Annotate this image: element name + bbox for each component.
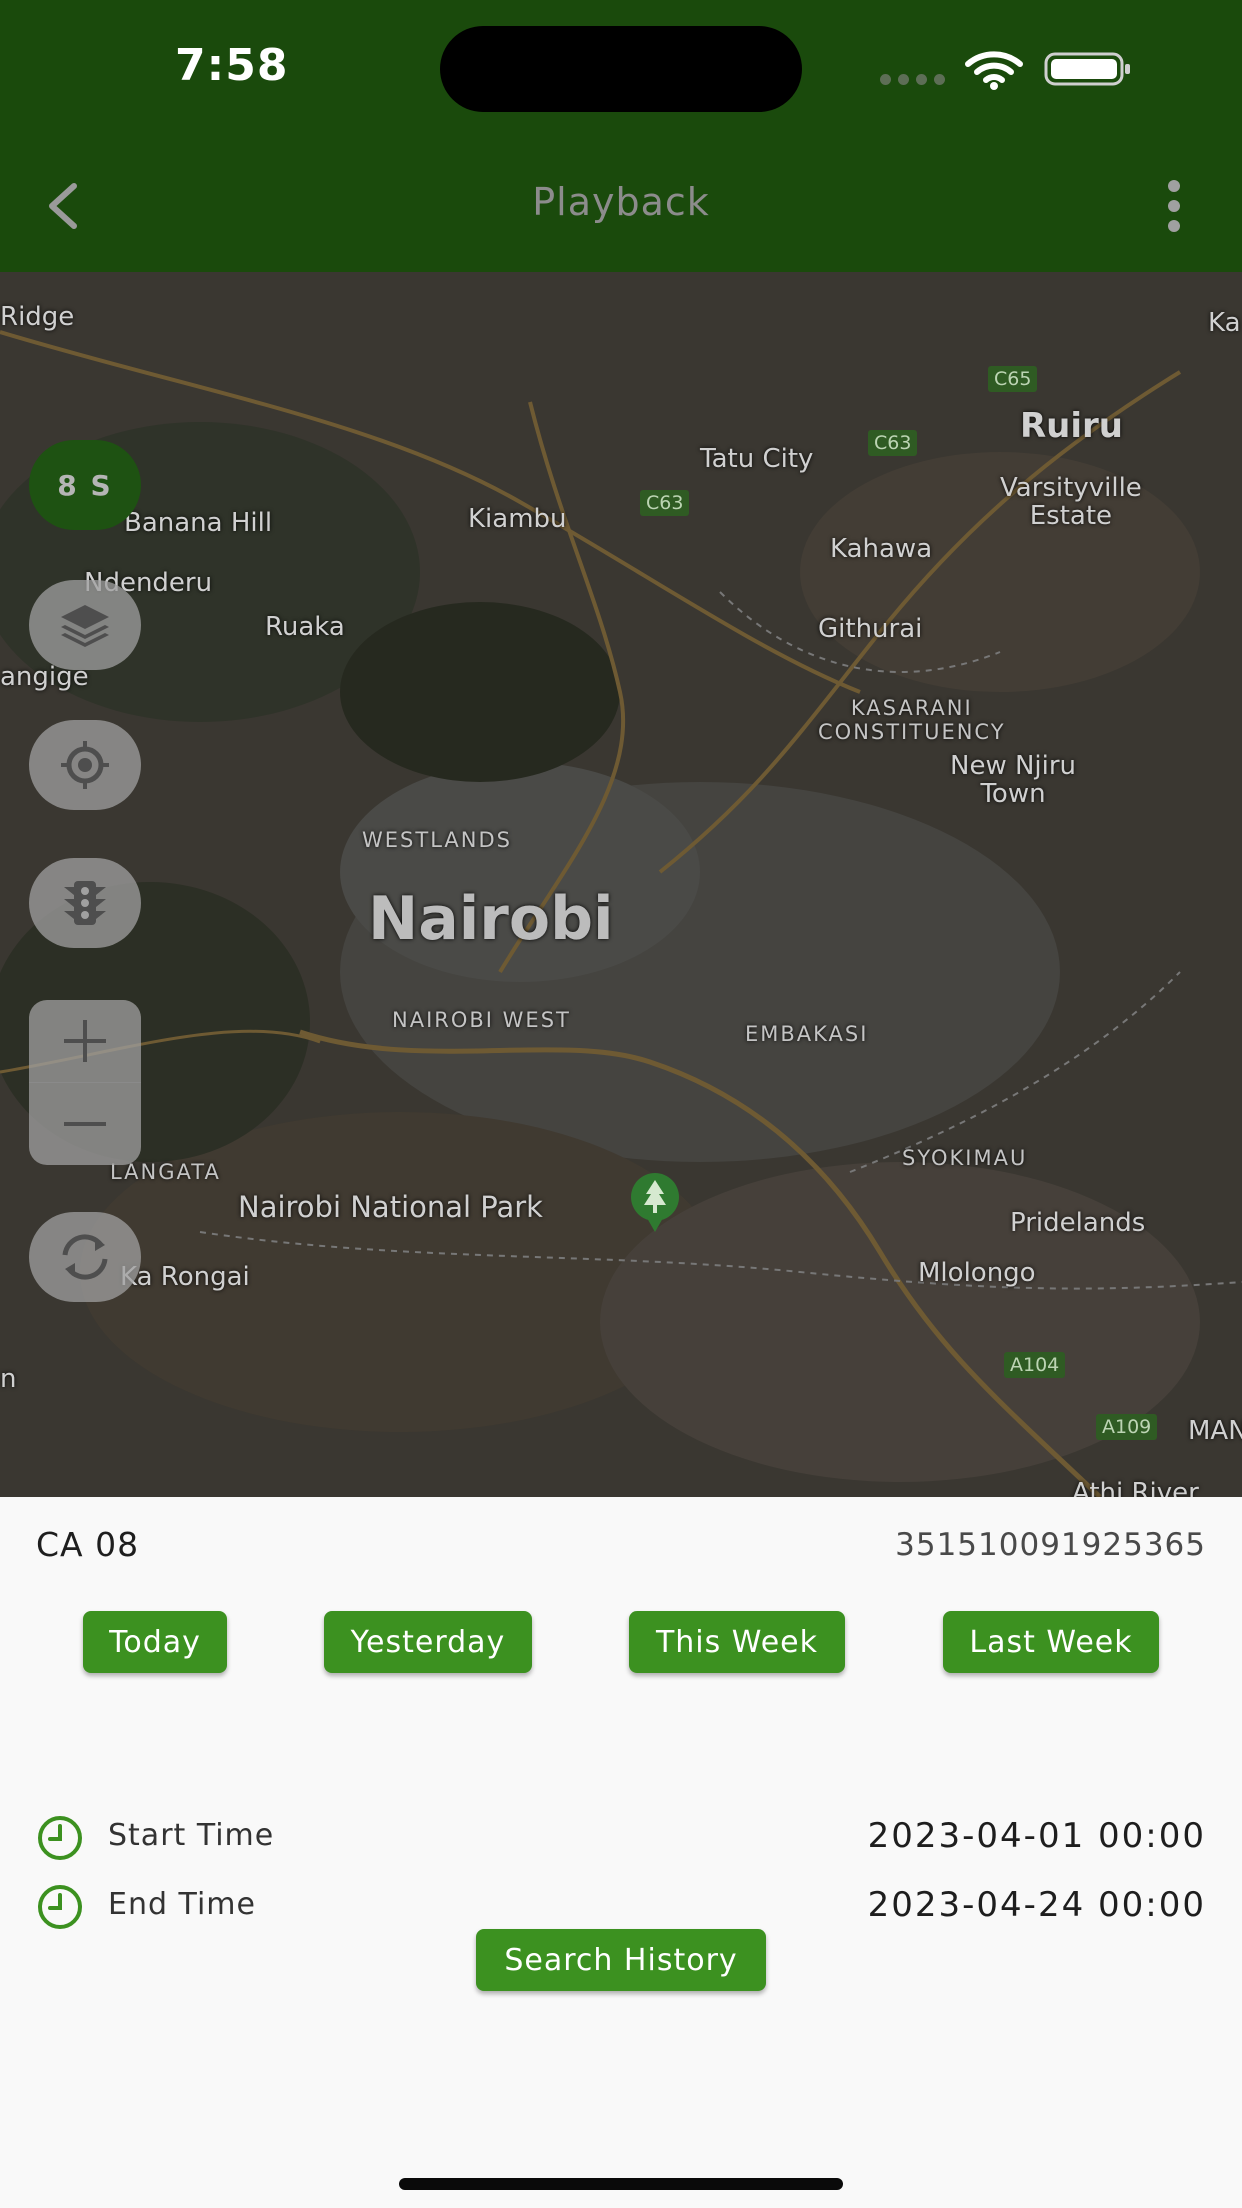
road-label: C63	[640, 490, 690, 516]
wifi-icon	[965, 51, 1023, 90]
zoom-out-icon	[64, 1122, 106, 1126]
cellular-signal-icon	[880, 74, 946, 86]
locate-button[interactable]	[29, 720, 141, 810]
playback-panel: CA 08 351510091925365 Today Yesterday Th…	[0, 1497, 1242, 2208]
zoom-in-button[interactable]	[29, 1000, 141, 1082]
range-this-week-button[interactable]: This Week	[629, 1611, 845, 1673]
device-name: CA 08	[36, 1525, 140, 1564]
map-place-label: Ridge	[0, 302, 75, 332]
map-place-label: New Njiru Town	[950, 751, 1077, 809]
map-view[interactable]: Ridge Ka C65 Ruiru C63 Tatu City C63 Ban…	[0, 272, 1242, 1497]
map-place-label: Ruaka	[265, 612, 345, 642]
app-header: 7:58 Playback	[0, 0, 1242, 272]
map-place-label: Ruiru	[1020, 406, 1124, 446]
range-last-week-button[interactable]: Last Week	[943, 1611, 1159, 1673]
map-place-label: KASARANI CONSTITUENCY	[818, 696, 1006, 744]
home-indicator[interactable]	[399, 2178, 843, 2190]
map-place-label: n	[0, 1364, 17, 1394]
dynamic-island	[440, 26, 802, 112]
layers-button[interactable]	[29, 580, 141, 670]
search-history-button[interactable]: Search History	[476, 1929, 766, 1991]
map-place-label: Nairobi National Park	[238, 1190, 543, 1224]
map-place-label: Mlolongo	[918, 1258, 1036, 1288]
zoom-in-icon	[64, 1020, 106, 1062]
device-imei: 351510091925365	[895, 1527, 1206, 1563]
map-place-label: Kiambu	[468, 504, 567, 534]
road-label: A104	[1004, 1352, 1066, 1378]
map-place-label: Ka	[1208, 308, 1241, 338]
playback-speed-button[interactable]: 8 S	[29, 440, 141, 530]
road-label: C65	[988, 366, 1038, 392]
road-label: A109	[1096, 1414, 1158, 1440]
refresh-button[interactable]	[29, 1212, 141, 1302]
range-today-button[interactable]: Today	[83, 1611, 227, 1673]
end-time-value[interactable]: 2023-04-24 00:00	[868, 1885, 1206, 1925]
start-time-row[interactable]: Start Time 2023-04-01 00:00	[36, 1814, 1206, 1864]
map-place-label: SYOKIMAU	[902, 1146, 1028, 1170]
zoom-out-button[interactable]	[29, 1083, 141, 1165]
range-yesterday-button[interactable]: Yesterday	[324, 1611, 532, 1673]
status-time: 7:58	[175, 40, 289, 91]
map-place-label: Pridelands	[1010, 1208, 1146, 1238]
map-place-label: MAN	[1188, 1416, 1242, 1446]
map-place-label: WESTLANDS	[362, 828, 512, 852]
road-label: C63	[868, 430, 918, 456]
traffic-light-icon	[64, 881, 106, 925]
map-place-label: Banana Hill	[124, 508, 273, 538]
map-place-label: Athi River	[1072, 1478, 1199, 1497]
map-city-label: Nairobi	[368, 884, 614, 954]
battery-icon	[1044, 52, 1130, 86]
satellite-map	[0, 272, 1242, 1497]
page-title: Playback	[532, 180, 710, 224]
start-time-label: Start Time	[108, 1818, 275, 1853]
map-place-label: Githurai	[818, 614, 923, 644]
map-place-label: EMBAKASI	[745, 1022, 869, 1046]
map-place-label: NAIROBI WEST	[392, 1008, 571, 1032]
map-place-label: Kahawa	[830, 534, 933, 564]
layers-icon	[61, 605, 109, 647]
locate-icon	[61, 741, 109, 789]
clock-icon	[38, 1885, 82, 1929]
clock-icon	[38, 1816, 82, 1860]
map-place-label: Varsityville Estate	[1000, 473, 1142, 531]
start-time-value[interactable]: 2023-04-01 00:00	[868, 1816, 1206, 1856]
refresh-icon	[62, 1234, 108, 1280]
traffic-button[interactable]	[29, 858, 141, 948]
end-time-row[interactable]: End Time 2023-04-24 00:00	[36, 1883, 1206, 1933]
zoom-control	[29, 1000, 141, 1165]
map-place-label: Tatu City	[700, 444, 814, 474]
end-time-label: End Time	[108, 1887, 256, 1922]
more-vertical-icon[interactable]	[1160, 180, 1188, 232]
park-icon	[631, 1173, 679, 1232]
